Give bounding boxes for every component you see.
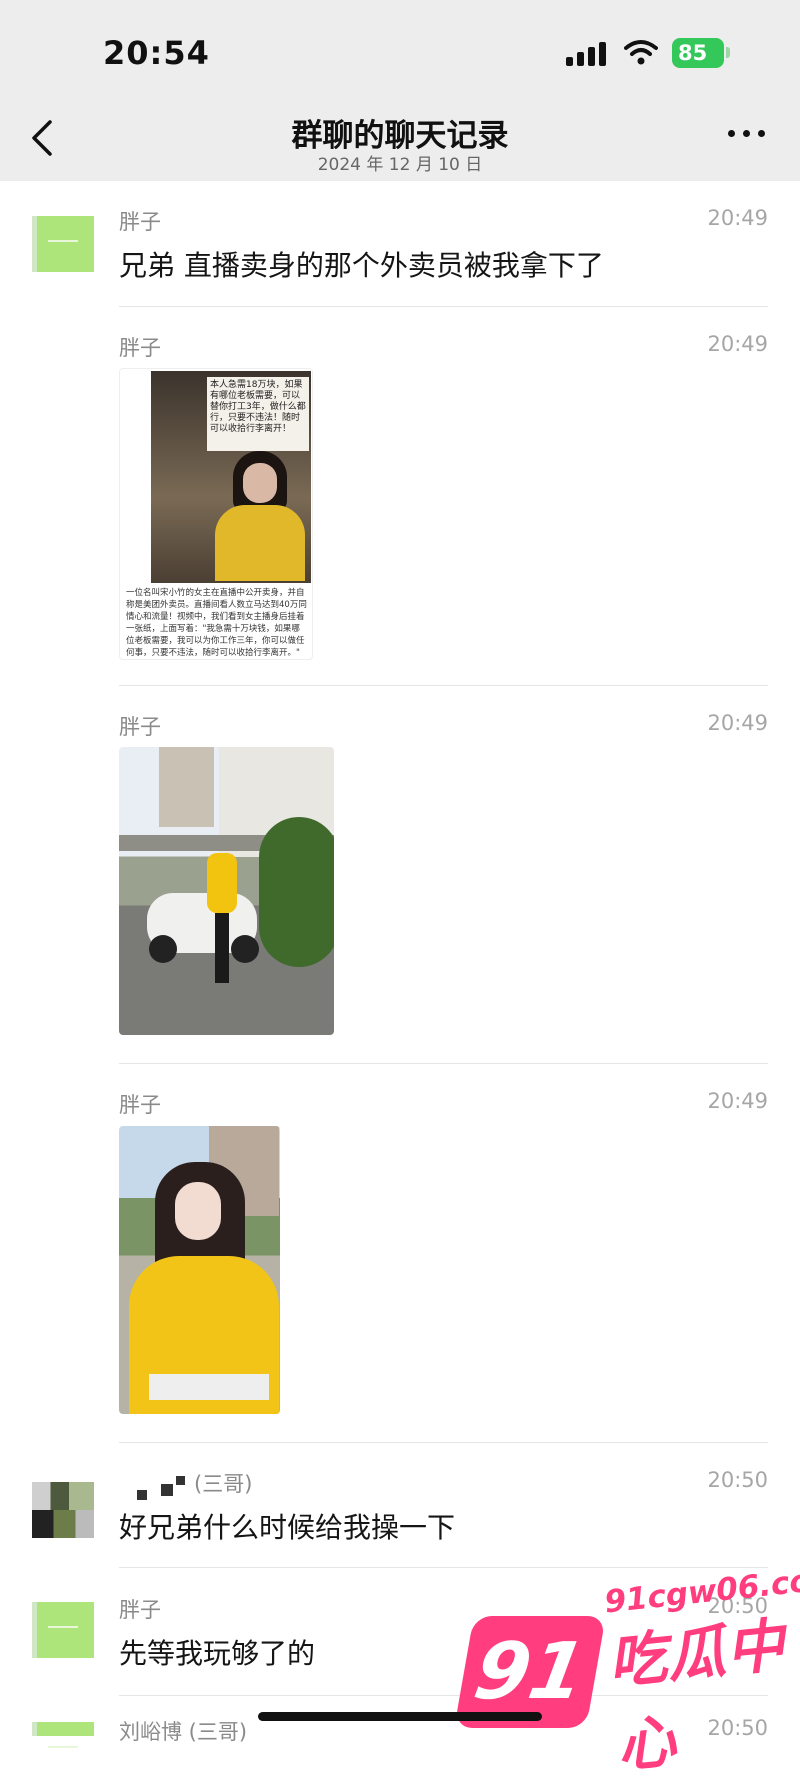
message-time: 20:50 — [707, 1468, 768, 1492]
divider — [119, 306, 768, 307]
message-text[interactable]: 兄弟 直播卖身的那个外卖员被我拿下了 — [119, 244, 604, 284]
message-text[interactable]: 先等我玩够了的 — [119, 1632, 315, 1672]
video-frame: 本人急需18万块，如果有哪位老板需要，可以替你打工3年，做什么都行，只要不违法！… — [151, 371, 311, 583]
divider — [119, 1063, 768, 1064]
avatar[interactable] — [32, 216, 94, 272]
sender-name: 胖子 — [119, 336, 161, 360]
top-bar: 20:54 85 群聊的聊天记录 2024 年 12 月 10 日 — [0, 0, 800, 181]
pixelated-name — [176, 1476, 185, 1485]
avatar[interactable] — [32, 1602, 94, 1658]
sender-name: (三哥) — [194, 1472, 253, 1496]
message-time: 20:49 — [707, 711, 768, 735]
sender-name: 胖子 — [119, 715, 161, 739]
image-thumbnail-screenshot[interactable]: 本人急需18万块，如果有哪位老板需要，可以替你打工3年，做什么都行，只要不违法！… — [119, 368, 313, 660]
sender-name: 胖子 — [119, 1093, 161, 1117]
sender-name: 刘峪博 (三哥) — [119, 1720, 248, 1744]
message-text[interactable]: 好兄弟什么时候给我操一下 — [119, 1506, 455, 1546]
battery-tip — [726, 47, 730, 58]
message-time: 20:49 — [707, 1089, 768, 1113]
paper-sign: 本人急需18万块，如果有哪位老板需要，可以替你打工3年，做什么都行，只要不违法！… — [207, 377, 309, 451]
person-figure — [215, 451, 305, 581]
divider — [119, 685, 768, 686]
more-dots-icon[interactable] — [728, 130, 768, 142]
divider — [119, 1567, 768, 1568]
status-time: 20:54 — [103, 34, 210, 72]
avatar[interactable] — [32, 1482, 94, 1538]
image-thumbnail-photo[interactable] — [119, 747, 334, 1035]
divider — [119, 1442, 768, 1443]
sender-name: 胖子 — [119, 210, 161, 234]
home-indicator[interactable] — [258, 1712, 542, 1721]
wifi-icon — [624, 40, 658, 65]
pixelated-name — [137, 1490, 147, 1500]
message-time: 20:49 — [707, 206, 768, 230]
watermark-name: 吃瓜中心 — [605, 1610, 789, 1781]
page-title: 群聊的聊天记录 — [291, 118, 509, 154]
screenshot-caption: 一位名叫宋小竹的女主在直播中公开卖身，并自称是美团外卖员。直播间看人数立马达到4… — [126, 588, 307, 658]
message-time: 20:49 — [707, 332, 768, 356]
image-thumbnail-photo[interactable] — [119, 1126, 280, 1414]
avatar[interactable] — [32, 1722, 94, 1748]
page-subtitle-date: 2024 年 12 月 10 日 — [317, 155, 483, 175]
sender-name: 胖子 — [119, 1598, 161, 1622]
signal-icon — [566, 40, 610, 66]
battery-icon: 85 — [672, 38, 724, 68]
pixelated-name — [161, 1484, 173, 1496]
battery-level: 85 — [678, 41, 708, 65]
